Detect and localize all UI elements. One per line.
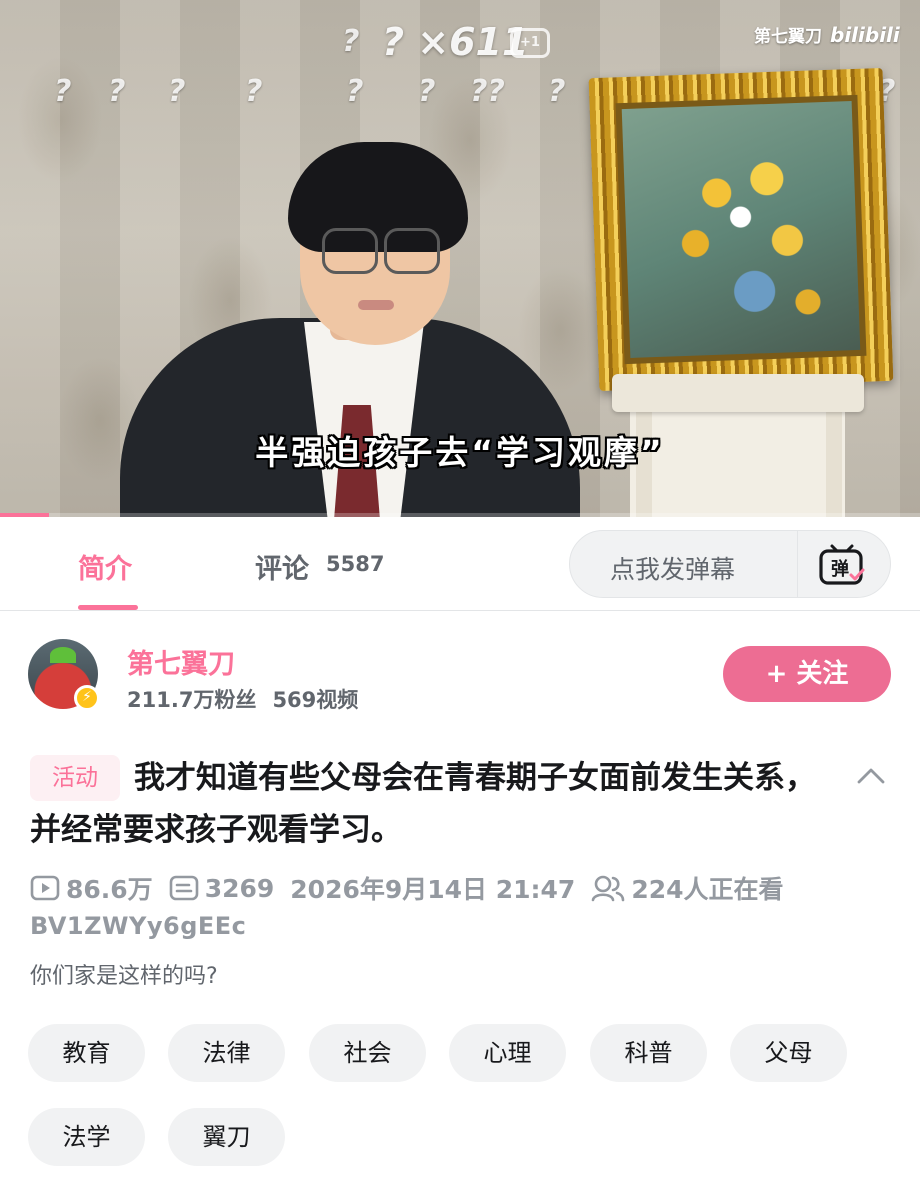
- danmaku-combo-count: ? ×611: [382, 20, 529, 64]
- author-stats: 211.7万粉丝 569视频: [127, 684, 358, 714]
- glasses: [322, 228, 378, 274]
- danmaku-question-mark: ?: [342, 24, 360, 59]
- sunflower-painting: [621, 101, 861, 358]
- danmaku-question-mark: ?: [168, 74, 186, 109]
- danmaku-question-mark: ?: [54, 74, 72, 109]
- video-description: 你们家是这样的吗?: [30, 964, 218, 989]
- comments-count[interactable]: 5587: [326, 552, 384, 576]
- video-meta-row: 86.6万 3269 2026年9月14日 21:47 224人正在看: [30, 868, 800, 908]
- follow-button[interactable]: + 关注: [723, 646, 891, 702]
- painting-frame: [588, 67, 894, 392]
- tab-bar: 简介 评论 5587 点我发弹幕 弹: [0, 517, 920, 611]
- view-count: 86.6万: [66, 875, 153, 904]
- tag-chip[interactable]: 科普: [590, 1024, 707, 1082]
- danmaku-count-icon: [169, 875, 198, 901]
- tag-chip[interactable]: 法律: [168, 1024, 285, 1082]
- tag-chip[interactable]: 法学: [28, 1108, 145, 1166]
- tv-plus-one-icon: +1: [510, 28, 550, 58]
- author-name[interactable]: 第七翼刀: [127, 642, 235, 681]
- danmaku-question-mark: ?: [346, 74, 364, 109]
- watching-count: 224人正在看: [631, 875, 784, 904]
- tab-intro[interactable]: 简介: [78, 547, 132, 586]
- danmaku-question-mark: ?: [418, 74, 436, 109]
- author-video-count: 569视频: [272, 688, 359, 712]
- video-player[interactable]: ? ? ? ? ? ? ? ?? ? ? ? ? ? ? ×611 +1 第七翼…: [0, 0, 920, 517]
- channel-watermark: 第七翼刀 bilibili: [754, 22, 900, 47]
- video-title: 我才知道有些父母会在青春期子女面前发生关系，并经常要求孩子观看学习。: [30, 760, 816, 848]
- danmaku-count: 3269: [204, 873, 275, 903]
- danmaku-question-mark: ?: [548, 74, 566, 109]
- side-table-top: [612, 374, 864, 412]
- danmaku-question-mark: ?: [108, 74, 126, 109]
- danmaku-question-mark: ?: [245, 74, 263, 109]
- tag-chip[interactable]: 社会: [309, 1024, 426, 1082]
- danmaku-input[interactable]: 点我发弹幕 弹: [569, 530, 891, 598]
- danmaku-icon-glyph: 弹: [831, 558, 849, 580]
- chevron-up-icon[interactable]: [856, 762, 886, 792]
- bvid[interactable]: BV1ZWYy6gEEc: [30, 912, 246, 940]
- publish-time: 2026年9月14日 21:47: [290, 875, 576, 904]
- watermark-channel-name: 第七翼刀: [754, 27, 822, 47]
- tag-chip[interactable]: 教育: [28, 1024, 145, 1082]
- bilibili-logo-icon: bilibili: [830, 23, 900, 47]
- danmaku-question-mark: ??: [470, 74, 505, 109]
- video-subtitle: 半强迫孩子去“学习观摩”: [255, 433, 665, 472]
- danmaku-toggle-icon[interactable]: 弹: [818, 542, 866, 586]
- author-fans-count: 211.7万粉丝: [127, 688, 257, 712]
- tab-active-indicator: [78, 605, 138, 610]
- tab-comments[interactable]: 评论: [255, 547, 309, 586]
- tag-chip[interactable]: 父母: [730, 1024, 847, 1082]
- tag-chip[interactable]: 心理: [449, 1024, 566, 1082]
- verified-badge-icon: ⚡: [74, 685, 100, 711]
- danmaku-placeholder[interactable]: 点我发弹幕: [610, 550, 735, 586]
- play-count-icon: [30, 875, 60, 901]
- watching-users-icon: [592, 875, 625, 902]
- tag-chip[interactable]: 翼刀: [168, 1108, 285, 1166]
